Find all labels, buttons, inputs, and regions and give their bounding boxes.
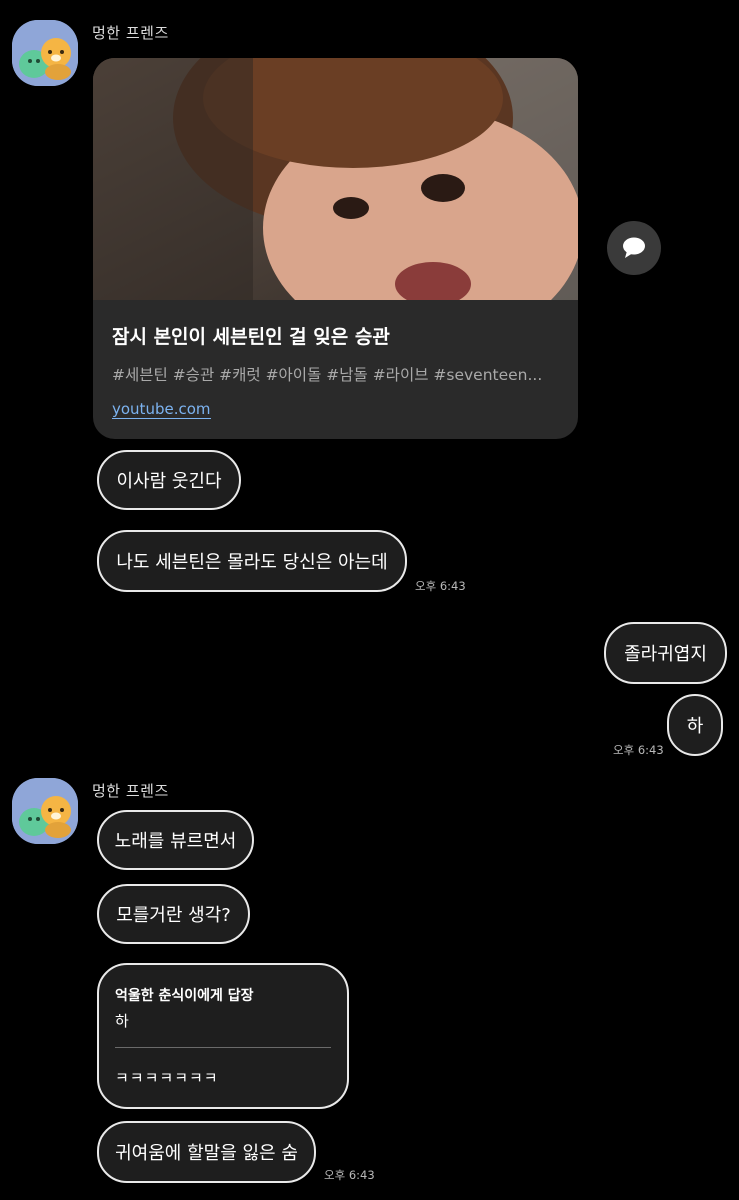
link-domain[interactable]: youtube.com xyxy=(112,400,211,419)
reply-text: ㅋㅋㅋㅋㅋㅋㅋ xyxy=(115,1069,219,1087)
share-button[interactable] xyxy=(607,221,661,275)
my-message-bubble[interactable]: 졸라귀엽지 xyxy=(604,622,727,684)
reply-quoted-text: 하 xyxy=(115,1012,129,1030)
message-bubble[interactable]: 귀여움에 할말을 잃은 숨 xyxy=(97,1121,316,1183)
message-bubble[interactable]: 나도 세븐틴은 몰라도 당신은 아는데 xyxy=(97,530,407,592)
message-bubble[interactable]: 노래를 뷰르면서 xyxy=(97,810,254,870)
reply-bubble[interactable]: 억울한 춘식이에게 답장 하 ㅋㅋㅋㅋㅋㅋㅋ xyxy=(97,963,349,1109)
message-bubble[interactable]: 이사람 웃긴다 xyxy=(97,450,241,510)
message-bubble[interactable]: 모를거란 생각? xyxy=(97,884,250,944)
link-preview-card[interactable]: 잠시 본인이 세븐틴인 걸 잊은 승관 #세븐틴 #승관 #캐럿 #아이돌 #남… xyxy=(93,58,578,439)
sender-avatar[interactable] xyxy=(12,20,78,86)
message-text: 모를거란 생각? xyxy=(116,905,231,926)
reply-target-label: 억울한 춘식이에게 답장 xyxy=(115,988,254,1004)
friends-character-icon xyxy=(12,778,78,844)
message-text: 귀여움에 할말을 잃은 숨 xyxy=(115,1143,298,1164)
link-tags: #세븐틴 #승관 #캐럿 #아이돌 #남돌 #라이브 #seventeen... xyxy=(112,366,543,384)
friends-character-icon xyxy=(12,20,78,86)
message-text: 나도 세븐틴은 몰라도 당신은 아는데 xyxy=(116,552,388,573)
my-message-bubble[interactable]: 하 xyxy=(667,694,723,756)
link-title: 잠시 본인이 세븐틴인 걸 잊은 승관 xyxy=(112,326,390,348)
reply-divider xyxy=(115,1047,331,1048)
message-timestamp: 오후 6:43 xyxy=(613,743,664,757)
sender-name: 멍한 프렌즈 xyxy=(92,24,169,42)
video-thumbnail-image xyxy=(93,58,578,300)
sender-name: 멍한 프렌즈 xyxy=(92,782,169,800)
message-text: 하 xyxy=(686,716,704,737)
message-timestamp: 오후 6:43 xyxy=(324,1168,375,1182)
video-thumbnail[interactable] xyxy=(93,58,578,300)
message-text: 노래를 뷰르면서 xyxy=(114,831,237,852)
message-timestamp: 오후 6:43 xyxy=(415,579,466,593)
speech-bubble-icon xyxy=(623,237,645,258)
message-text: 이사람 웃긴다 xyxy=(116,471,222,492)
sender-avatar[interactable] xyxy=(12,778,78,844)
message-text: 졸라귀엽지 xyxy=(624,644,707,665)
